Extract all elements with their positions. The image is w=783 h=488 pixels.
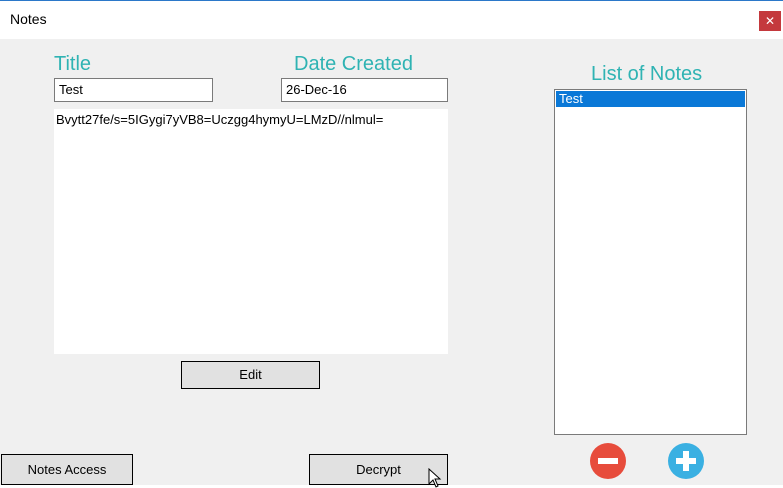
notes-window: Notes ✕ Title Test Date Created 26-Dec-1… <box>0 0 783 488</box>
title-label: Title <box>54 53 92 75</box>
list-item-label: Test <box>559 91 583 106</box>
date-created-label: Date Created <box>294 53 413 75</box>
notes-access-button[interactable]: Notes Access <box>1 454 133 485</box>
mouse-pointer-icon <box>428 468 442 488</box>
list-of-notes-label: List of Notes <box>591 63 703 85</box>
notes-listbox[interactable]: Test <box>554 89 747 435</box>
close-button[interactable]: ✕ <box>759 11 781 31</box>
close-icon: ✕ <box>764 14 776 28</box>
remove-note-button[interactable] <box>590 443 626 479</box>
list-item[interactable]: Test <box>556 91 745 107</box>
minus-circle-icon <box>598 458 618 464</box>
window-title: Notes <box>10 11 47 27</box>
note-body-textarea[interactable]: Bvytt27fe/s=5IGygi7yVB8=Uczgg4hymyU=LMzD… <box>54 109 448 354</box>
add-note-button[interactable] <box>668 443 704 479</box>
title-bar: Notes ✕ <box>0 1 783 39</box>
date-created-input[interactable]: 26-Dec-16 <box>281 78 448 102</box>
title-input[interactable]: Test <box>54 78 213 102</box>
edit-button[interactable]: Edit <box>181 361 320 389</box>
